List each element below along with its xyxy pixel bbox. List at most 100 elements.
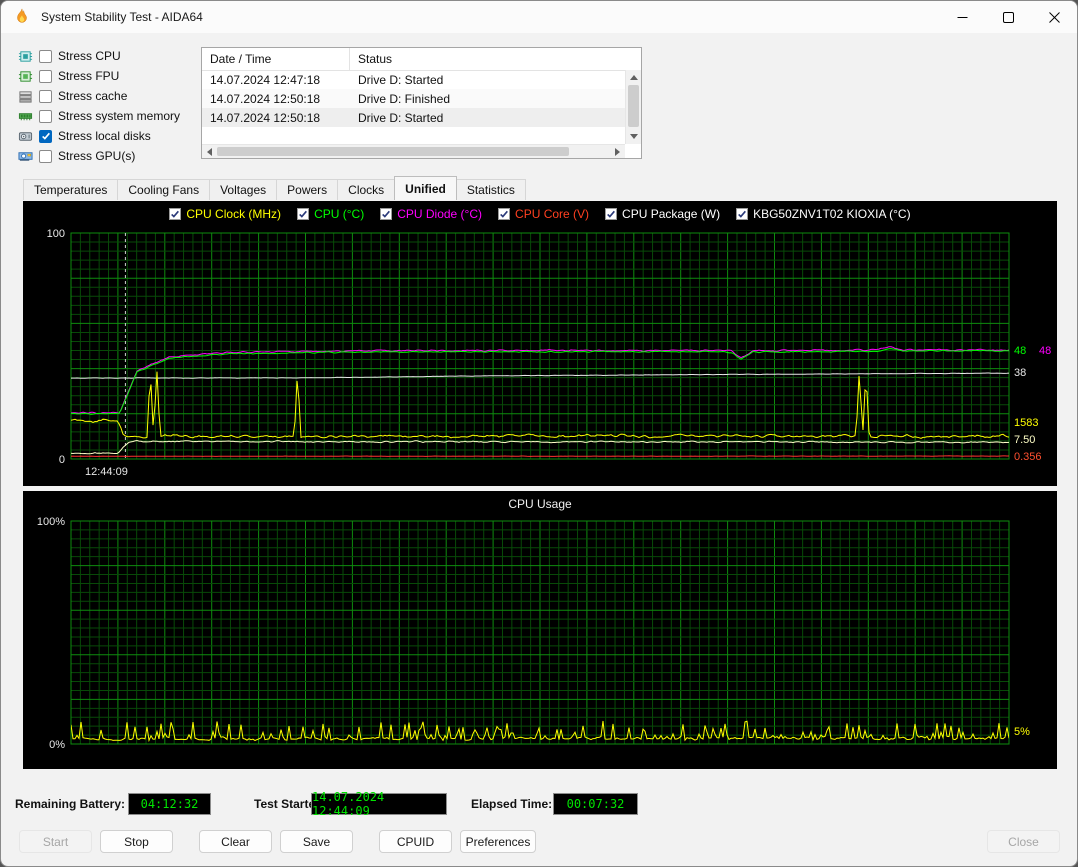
legend-item-cpu-clock-mhz: CPU Clock (MHz) (169, 207, 281, 221)
tab-powers[interactable]: Powers (276, 179, 338, 200)
stress-cpu-checkbox[interactable] (39, 50, 52, 63)
stress-option-label: Stress local disks (58, 129, 151, 143)
event-log-panel: Date / Time Status 14.07.2024 12:47:18Dr… (201, 47, 642, 159)
chart-legend: CPU Clock (MHz) CPU (°C) CPU Diode (°C) CPU… (23, 207, 1057, 221)
legend-label: CPU Core (V) (515, 207, 589, 221)
legend-item-cpu-c: CPU (°C) (297, 207, 364, 221)
cpuid-button[interactable]: CPUID (379, 830, 452, 853)
stress-option-label: Stress CPU (58, 49, 121, 63)
cpu-usage-chart: 100%0%CPU Usage5% (23, 491, 1057, 769)
stability-test-window: System Stability Test - AIDA64 Stress CP… (0, 0, 1078, 867)
disk-icon (17, 128, 33, 144)
log-horizontal-scrollbar[interactable] (202, 144, 625, 158)
y-axis-min-label: 0% (49, 739, 65, 751)
memory-icon (17, 108, 33, 124)
chart-value-label: 5% (1014, 725, 1030, 739)
cpu-core-v-line (71, 456, 1009, 457)
chart-value-label: 48 (1039, 344, 1051, 358)
tab-temperatures[interactable]: Temperatures (23, 179, 118, 200)
log-cell-status: Drive D: Started (350, 73, 443, 87)
stress-option-memory: Stress system memory (17, 106, 180, 126)
legend-label: CPU Diode (°C) (397, 207, 482, 221)
cpu-core-v-legend-checkbox[interactable] (498, 208, 510, 220)
remaining-battery-value: 04:12:32 (128, 793, 211, 815)
test-started-value: 14.07.2024 12:44:09 (311, 793, 447, 815)
tab-clocks[interactable]: Clocks (337, 179, 395, 200)
stress-options-list: Stress CPU Stress FPU Stress cache Stress s… (17, 46, 180, 166)
start-button[interactable]: Start (19, 830, 92, 853)
log-column-datetime[interactable]: Date / Time (202, 48, 350, 70)
log-cell-datetime: 14.07.2024 12:47:18 (202, 73, 350, 87)
stress-memory-checkbox[interactable] (39, 110, 52, 123)
legend-item-kbg50znv1t02-kioxia-c: KBG50ZNV1T02 KIOXIA (°C) (736, 207, 911, 221)
preferences-button[interactable]: Preferences (460, 830, 536, 853)
legend-label: CPU Clock (MHz) (186, 207, 281, 221)
log-row[interactable]: 14.07.2024 12:47:18Drive D: Started (202, 70, 625, 89)
elapsed-time-label: Elapsed Time: (471, 797, 552, 811)
cpu-clock-mhz-legend-checkbox[interactable] (169, 208, 181, 220)
scroll-up-arrow[interactable] (626, 70, 641, 85)
scroll-down-arrow[interactable] (626, 129, 641, 144)
stress-option-label: Stress cache (58, 89, 127, 103)
cpu-package-w-legend-checkbox[interactable] (605, 208, 617, 220)
log-rows: 14.07.2024 12:47:18Drive D: Started14.07… (202, 70, 625, 144)
chart-value-label: 0.356 (1014, 450, 1042, 464)
log-vertical-scrollbar[interactable] (625, 70, 641, 144)
log-header: Date / Time Status (202, 48, 641, 71)
tab-statistics[interactable]: Statistics (456, 179, 526, 200)
stress-fpu-checkbox[interactable] (39, 70, 52, 83)
gpu-icon (17, 148, 33, 164)
chart-value-label: 38 (1014, 366, 1026, 380)
remaining-battery-label: Remaining Battery: (15, 797, 125, 811)
legend-label: CPU Package (W) (622, 207, 720, 221)
chart-title: CPU Usage (508, 497, 572, 511)
clear-button[interactable]: Clear (199, 830, 272, 853)
horizontal-scroll-thumb[interactable] (217, 147, 569, 156)
log-row[interactable]: 14.07.2024 12:50:18Drive D: Finished (202, 89, 625, 108)
stress-option-cpu: Stress CPU (17, 46, 180, 66)
log-cell-datetime: 14.07.2024 12:50:18 (202, 111, 350, 125)
aida64-flame-icon (13, 8, 31, 26)
stress-gpu-checkbox[interactable] (39, 150, 52, 163)
maximize-button[interactable] (985, 1, 1031, 33)
stress-cache-checkbox[interactable] (39, 90, 52, 103)
cpu-c-legend-checkbox[interactable] (297, 208, 309, 220)
stress-option-label: Stress system memory (58, 109, 180, 123)
window-title: System Stability Test - AIDA64 (41, 10, 203, 24)
stress-option-cache: Stress cache (17, 86, 180, 106)
unified-chart: 100012:44:0948483815837.500.356CPU Clock… (23, 201, 1057, 486)
stress-option-local-disks: Stress local disks (17, 126, 180, 146)
y-axis-min-label: 0 (59, 454, 65, 466)
elapsed-time-value: 00:07:32 (553, 793, 638, 815)
cpu-usage-plot: 100%0%CPU Usage (23, 491, 1057, 769)
vertical-scroll-thumb[interactable] (628, 85, 639, 127)
tab-cooling-fans[interactable]: Cooling Fans (117, 179, 210, 200)
stress-option-label: Stress FPU (58, 69, 119, 83)
legend-item-cpu-package-w: CPU Package (W) (605, 207, 720, 221)
chart-value-label: 1583 (1014, 416, 1038, 430)
cpu-diode-c-legend-checkbox[interactable] (380, 208, 392, 220)
chart-value-label: 48 (1014, 344, 1026, 358)
tab-unified[interactable]: Unified (394, 176, 457, 200)
tab-bar: TemperaturesCooling FansVoltagesPowersCl… (23, 177, 525, 200)
unified-plot: 100012:44:09 (23, 201, 1057, 486)
stop-button[interactable]: Stop (100, 830, 173, 853)
kbg50znv1t02-kioxia-c-legend-checkbox[interactable] (736, 208, 748, 220)
stress-option-gpu: Stress GPU(s) (17, 146, 180, 166)
fpu-icon (17, 68, 33, 84)
stress-local-disks-checkbox[interactable] (39, 130, 52, 143)
scroll-right-arrow[interactable] (610, 145, 625, 158)
close-button[interactable] (1031, 1, 1077, 33)
legend-item-cpu-core-v: CPU Core (V) (498, 207, 589, 221)
scroll-left-arrow[interactable] (202, 145, 217, 158)
minimize-button[interactable] (939, 1, 985, 33)
close-button[interactable]: Close (987, 830, 1060, 853)
log-row[interactable]: 14.07.2024 12:50:18Drive D: Started (202, 108, 625, 127)
save-button[interactable]: Save (280, 830, 353, 853)
title-bar[interactable]: System Stability Test - AIDA64 (1, 1, 1077, 33)
stress-option-fpu: Stress FPU (17, 66, 180, 86)
tab-voltages[interactable]: Voltages (209, 179, 277, 200)
x-axis-time-label: 12:44:09 (85, 466, 128, 478)
log-cell-status: Drive D: Started (350, 111, 443, 125)
log-column-status[interactable]: Status (350, 48, 392, 70)
